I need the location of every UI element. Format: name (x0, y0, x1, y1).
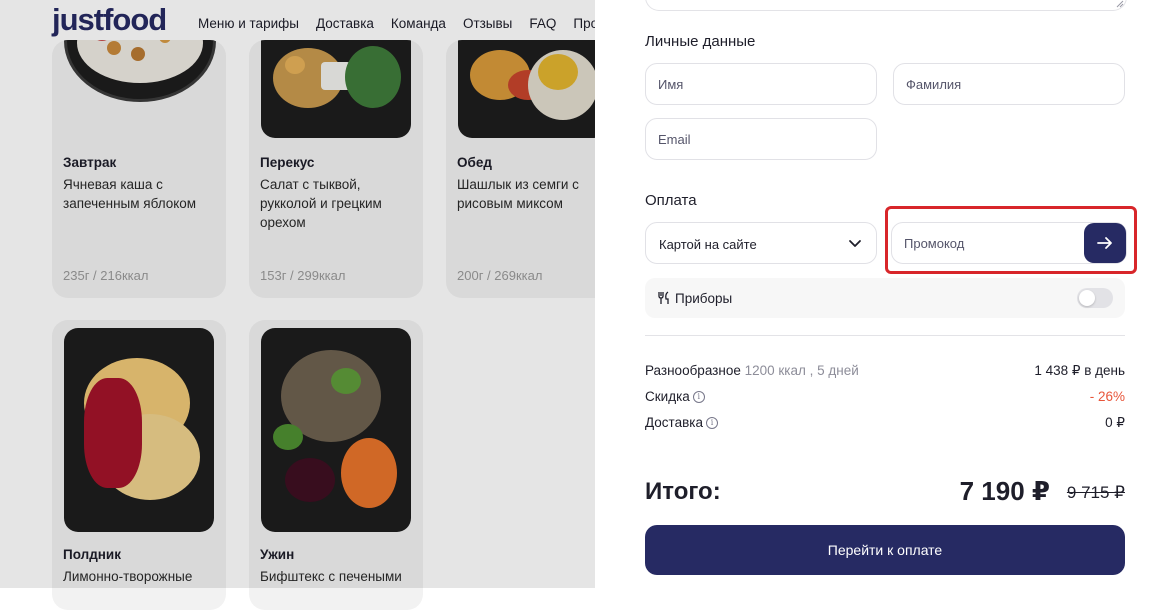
proceed-to-payment-button[interactable]: Перейти к оплате (645, 525, 1125, 575)
payment-title: Оплата (645, 192, 697, 209)
resize-grip-icon[interactable] (1116, 0, 1124, 8)
first-name-field[interactable] (645, 63, 877, 105)
delivery-row: Доставка i 0 ₽ (645, 415, 1125, 435)
info-icon[interactable]: i (692, 391, 705, 403)
toggle-knob (1079, 290, 1095, 306)
total-old-price: 9 715 ₽ (1066, 483, 1125, 502)
summary-divider (645, 335, 1125, 336)
promo-highlight-box (885, 206, 1137, 274)
first-name-input[interactable] (658, 64, 864, 104)
email-field[interactable] (645, 118, 877, 160)
info-icon[interactable]: i (705, 417, 718, 429)
cutlery-label: Приборы (675, 291, 733, 306)
checkout-panel: Личные данные Оплата Картой на сайте При… (595, 0, 1160, 588)
personal-data-title: Личные данные (645, 33, 756, 50)
total-label: Итого: (645, 478, 721, 505)
discount-label: Скидка (645, 389, 690, 404)
plan-name-line: Разнообразное 1200 ккал , 5 дней (645, 363, 859, 378)
delivery-label: Доставка (645, 415, 703, 430)
last-name-input[interactable] (906, 64, 1112, 104)
discount-row: Скидка i - 26% (645, 389, 1125, 409)
payment-method-select[interactable]: Картой на сайте (645, 222, 877, 264)
total-price: 7 190 ₽ (959, 476, 1050, 506)
email-input[interactable] (658, 119, 864, 159)
comment-textarea[interactable] (645, 0, 1127, 11)
cutlery-icon (658, 291, 669, 304)
plan-price: 1 438 ₽ в день (1034, 363, 1125, 378)
plan-name: Разнообразное (645, 363, 741, 378)
delivery-value: 0 ₽ (1105, 415, 1125, 430)
cutlery-toggle[interactable] (1077, 288, 1113, 308)
last-name-field[interactable] (893, 63, 1125, 105)
payment-method-value: Картой на сайте (659, 237, 757, 252)
cutlery-option: Приборы (645, 278, 1125, 318)
discount-value: - 26% (1089, 389, 1125, 404)
chevron-down-icon (849, 240, 861, 247)
plan-details: 1200 ккал , 5 дней (744, 363, 859, 378)
plan-row: Разнообразное 1200 ккал , 5 дней 1 438 ₽… (645, 363, 1125, 383)
